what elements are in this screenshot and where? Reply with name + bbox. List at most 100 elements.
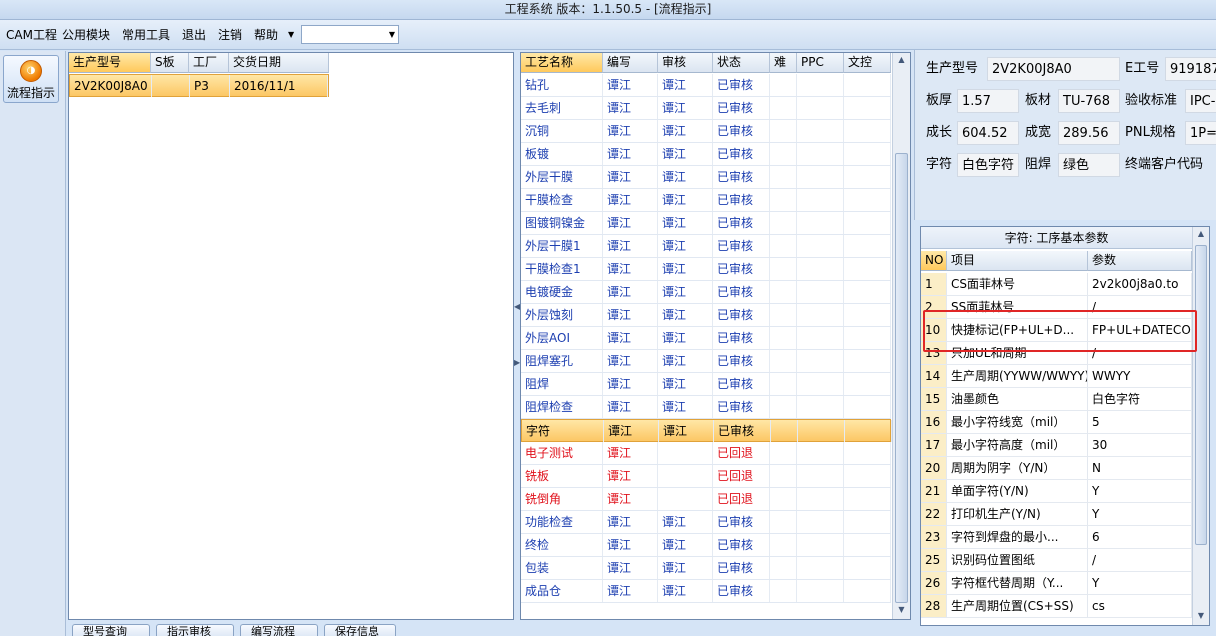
param-item: 识别码位置图纸 — [947, 549, 1088, 571]
field-character[interactable]: 白色字符 — [957, 153, 1019, 177]
field-model[interactable]: 2V2K00J8A0 — [987, 57, 1120, 81]
label-character: 字符 — [926, 157, 953, 172]
param-row[interactable]: 26 字符框代替周期（Y... Y — [921, 572, 1192, 595]
field-pnl[interactable]: 1P= — [1185, 121, 1216, 145]
params-scroll-thumb[interactable] — [1195, 245, 1207, 545]
label-pnl: PNL规格 — [1125, 125, 1176, 140]
scroll-down-arrow-icon[interactable]: ▼ — [893, 605, 910, 614]
param-row[interactable]: 20 周期为阴字（Y/N） N — [921, 457, 1192, 480]
col-header-delivery-date[interactable]: 交货日期 — [229, 53, 329, 73]
bottom-tab-bar: 型号查询 指示审核 编写流程 保存信息 — [68, 620, 398, 636]
col-header-writer[interactable]: 编写 — [603, 53, 658, 73]
col-header-status[interactable]: 状态 — [713, 53, 770, 73]
col-header-process-name[interactable]: 工艺名称 — [521, 53, 603, 73]
chevron-down-icon[interactable]: ▼ — [389, 26, 395, 43]
process-row[interactable]: 终检 谭江 谭江 已审核 — [521, 534, 891, 557]
flow-indicator-label: 流程指示 — [6, 86, 55, 100]
process-row[interactable]: 字符 谭江 谭江 已审核 — [521, 419, 892, 442]
field-thickness[interactable]: 1.57 — [957, 89, 1019, 113]
col-header-model[interactable]: 生产型号 — [69, 53, 151, 73]
field-length[interactable]: 604.52 — [957, 121, 1019, 145]
col-header-difficulty[interactable]: 难 — [770, 53, 797, 73]
proc-status: 已审核 — [713, 143, 770, 165]
proc-writer: 谭江 — [603, 557, 658, 579]
proc-difficulty — [770, 281, 797, 303]
menu-help[interactable]: 帮助 — [252, 20, 280, 50]
proc-reviewer: 谭江 — [658, 350, 713, 372]
tab-save-info[interactable]: 保存信息 — [324, 624, 396, 636]
order-row[interactable]: 2V2K00J8A0 P3 2016/11/1 — [69, 74, 329, 97]
param-row[interactable]: 23 字符到焊盘的最小... 6 — [921, 526, 1192, 549]
field-material[interactable]: TU-768 — [1058, 89, 1120, 113]
proc-writer: 谭江 — [603, 442, 658, 464]
process-row[interactable]: 外层干膜1 谭江 谭江 已审核 — [521, 235, 891, 258]
process-row[interactable]: 图镀铜镍金 谭江 谭江 已审核 — [521, 212, 891, 235]
process-row[interactable]: 钻孔 谭江 谭江 已审核 — [521, 74, 891, 97]
param-row[interactable]: 15 油墨颜色 白色字符 — [921, 388, 1192, 411]
tab-model-query[interactable]: 型号查询 — [72, 624, 150, 636]
process-row[interactable]: 干膜检查 谭江 谭江 已审核 — [521, 189, 891, 212]
params-col-no[interactable]: NO — [921, 251, 947, 271]
params-col-item[interactable]: 项目 — [947, 251, 1088, 271]
process-row[interactable]: 电子测试 谭江 已回退 — [521, 442, 891, 465]
param-row[interactable]: 22 打印机生产(Y/N) Y — [921, 503, 1192, 526]
help-dropdown-arrow-icon[interactable]: ▼ — [286, 20, 296, 50]
proc-ppc — [797, 74, 844, 96]
process-row[interactable]: 功能检查 谭江 谭江 已审核 — [521, 511, 891, 534]
col-header-ppc[interactable]: PPC — [797, 53, 844, 73]
col-header-s-board[interactable]: S板 — [151, 53, 189, 73]
process-row[interactable]: 外层蚀刻 谭江 谭江 已审核 — [521, 304, 891, 327]
scroll-up-arrow-icon[interactable]: ▲ — [893, 55, 910, 64]
col-header-doc-control[interactable]: 文控 — [844, 53, 891, 73]
process-row[interactable]: 外层AOI 谭江 谭江 已审核 — [521, 327, 891, 350]
label-customer-code: 终端客户代码 — [1125, 157, 1204, 172]
process-scroll-thumb[interactable] — [895, 153, 908, 603]
process-row[interactable]: 干膜检查1 谭江 谭江 已审核 — [521, 258, 891, 281]
process-row[interactable]: 阻焊 谭江 谭江 已审核 — [521, 373, 891, 396]
menu-cam[interactable]: CAM工程 — [4, 20, 59, 50]
proc-reviewer: 谭江 — [658, 120, 713, 142]
process-scrollbar[interactable]: ▲ ▼ — [892, 53, 910, 619]
process-row[interactable]: 沉铜 谭江 谭江 已审核 — [521, 120, 891, 143]
process-row[interactable]: 板镀 谭江 谭江 已审核 — [521, 143, 891, 166]
param-row[interactable]: 16 最小字符线宽（mil） 5 — [921, 411, 1192, 434]
process-row[interactable]: 铣倒角 谭江 已回退 — [521, 488, 891, 511]
process-row[interactable]: 包装 谭江 谭江 已审核 — [521, 557, 891, 580]
tab-edit-flow[interactable]: 编写流程 — [240, 624, 318, 636]
menu-combo-box[interactable]: ▼ — [301, 25, 399, 44]
menu-tools[interactable]: 常用工具 — [120, 20, 172, 50]
field-width[interactable]: 289.56 — [1058, 121, 1120, 145]
param-row[interactable]: 14 生产周期(YYWW/WWYY) WWYY — [921, 365, 1192, 388]
col-header-factory[interactable]: 工厂 — [189, 53, 229, 73]
params-scroll-up-arrow-icon[interactable]: ▲ — [1193, 229, 1209, 238]
proc-name: 铣倒角 — [521, 488, 603, 510]
params-scrollbar[interactable]: ▲ ▼ — [1192, 227, 1209, 625]
process-row[interactable]: 成品仓 谭江 谭江 已审核 — [521, 580, 891, 603]
field-acceptance[interactable]: IPC- — [1185, 89, 1216, 113]
proc-difficulty — [770, 511, 797, 533]
menu-exit[interactable]: 退出 — [180, 20, 208, 50]
process-row[interactable]: 外层干膜 谭江 谭江 已审核 — [521, 166, 891, 189]
param-no: 21 — [921, 480, 947, 502]
menu-logout[interactable]: 注销 — [216, 20, 244, 50]
proc-doc-control — [844, 442, 891, 464]
col-header-reviewer[interactable]: 审核 — [658, 53, 713, 73]
process-row[interactable]: 去毛刺 谭江 谭江 已审核 — [521, 97, 891, 120]
process-row[interactable]: 电镀硬金 谭江 谭江 已审核 — [521, 281, 891, 304]
field-solder-mask[interactable]: 绿色 — [1058, 153, 1120, 177]
process-row[interactable]: 阻焊检查 谭江 谭江 已审核 — [521, 396, 891, 419]
param-row[interactable]: 21 单面字符(Y/N) Y — [921, 480, 1192, 503]
process-row[interactable]: 阻焊塞孔 谭江 谭江 已审核 — [521, 350, 891, 373]
field-e-number[interactable]: 919187 — [1165, 57, 1216, 81]
process-row[interactable]: 铣板 谭江 已回退 — [521, 465, 891, 488]
flow-indicator-button[interactable]: ◑ 流程指示 — [3, 55, 59, 103]
param-row[interactable]: 28 生产周期位置(CS+SS) cs — [921, 595, 1192, 618]
tab-review[interactable]: 指示审核 — [156, 624, 234, 636]
param-row[interactable]: 17 最小字符高度（mil） 30 — [921, 434, 1192, 457]
params-col-value[interactable]: 参数 — [1088, 251, 1192, 271]
param-row[interactable]: 1 CS面菲林号 2v2k00j8a0.to — [921, 273, 1192, 296]
param-row[interactable]: 25 识别码位置图纸 / — [921, 549, 1192, 572]
proc-status: 已审核 — [713, 74, 770, 96]
params-scroll-down-arrow-icon[interactable]: ▼ — [1193, 611, 1209, 620]
menu-common-module[interactable]: 公用模块 — [60, 20, 112, 50]
